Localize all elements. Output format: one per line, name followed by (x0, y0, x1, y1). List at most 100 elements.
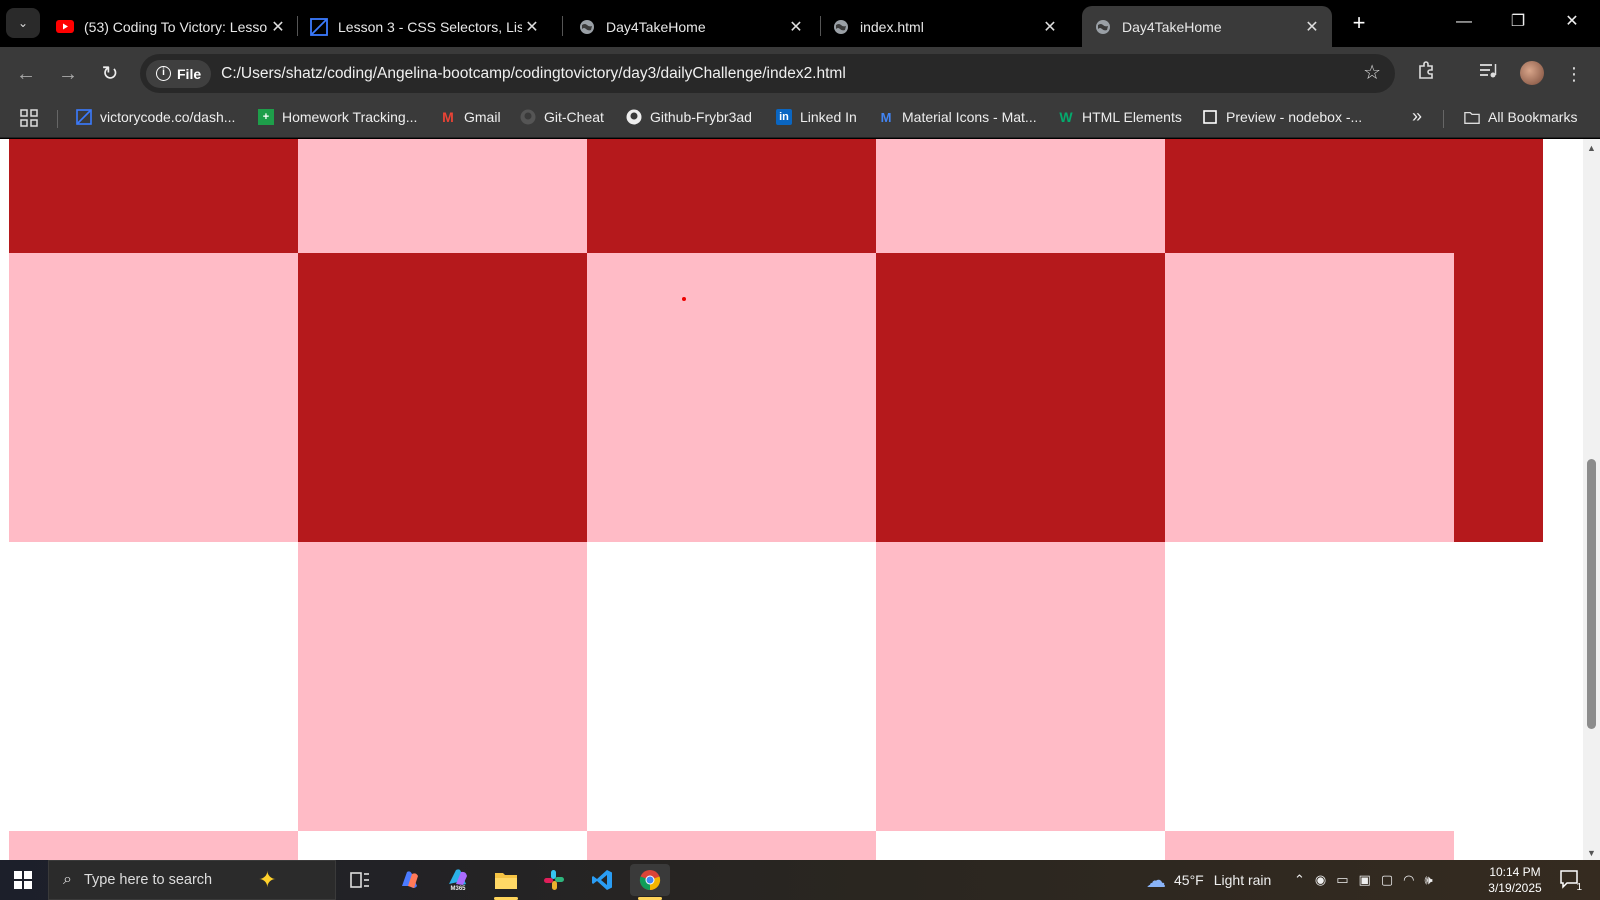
grid-cell (1454, 542, 1543, 831)
bookmark-label: Github-Frybr3ad (650, 109, 752, 125)
address-bar[interactable]: i File C:/Users/shatz/coding/Angelina-bo… (140, 54, 1395, 93)
weather-widget[interactable]: ☁ 45°F Light rain (1146, 860, 1271, 900)
m365-label: M365 (450, 886, 466, 892)
bookmark-3[interactable]: Git-Cheat (520, 109, 604, 125)
camera-icon[interactable]: ▣ (1359, 872, 1371, 888)
globe-icon (578, 18, 596, 36)
grid-cell (9, 831, 298, 860)
all-bookmarks-button[interactable]: All Bookmarks (1464, 109, 1577, 125)
copilot-icon[interactable] (390, 864, 430, 896)
grid-cell (587, 542, 876, 831)
bookmark-label: All Bookmarks (1488, 109, 1578, 125)
close-tab-icon[interactable]: ✕ (786, 17, 806, 37)
close-tab-icon[interactable]: ✕ (1302, 17, 1322, 37)
task-view-icon[interactable] (340, 864, 380, 896)
more-bookmarks-icon[interactable]: » (1412, 106, 1422, 127)
close-tab-icon[interactable]: ✕ (268, 17, 288, 37)
bookmark-6[interactable]: M Material Icons - Mat... (878, 109, 1037, 125)
url-text[interactable]: C:/Users/shatz/coding/Angelina-bootcamp/… (221, 65, 846, 83)
chevron-up-icon[interactable]: ⌃ (1294, 872, 1305, 888)
tab-title: Day4TakeHome (606, 18, 706, 35)
grid-cell (1165, 831, 1454, 860)
nodebox-icon (1202, 109, 1218, 125)
bookmark-star-icon[interactable]: ☆ (1363, 60, 1381, 85)
grid-cell (587, 139, 876, 253)
scroll-up-arrow-icon[interactable]: ▲ (1583, 141, 1600, 155)
new-tab-button[interactable]: + (1347, 12, 1371, 36)
reload-icon[interactable]: ↻ (96, 60, 124, 88)
bookmark-label: Homework Tracking... (282, 109, 418, 125)
forward-arrow-icon[interactable]: → (54, 60, 82, 88)
close-tab-icon[interactable]: ✕ (1040, 17, 1060, 37)
vertical-scrollbar[interactable]: ▲ ▼ (1583, 139, 1600, 860)
grid-cell (1454, 253, 1543, 542)
minimize-button[interactable]: — (1452, 10, 1476, 34)
tab-3[interactable]: index.html ✕ (820, 6, 1070, 47)
grid-cell (876, 542, 1165, 831)
tab-2[interactable]: Day4TakeHome ✕ (566, 6, 816, 47)
bookmark-separator (57, 110, 58, 128)
bookmarks-bar: victorycode.co/dash... + Homework Tracki… (0, 100, 1600, 138)
tab-1[interactable]: Lesson 3 - CSS Selectors, Lis ✕ (298, 6, 552, 47)
grid-cell (298, 139, 587, 253)
taskbar-search[interactable]: ⌕ Type here to search ✦ (48, 860, 336, 900)
notification-center-icon[interactable]: 1 (1558, 869, 1582, 893)
cursor-dot (682, 297, 686, 301)
chrome-icon[interactable] (630, 864, 670, 900)
grid-cell (876, 253, 1165, 542)
bookmark-label: victorycode.co/dash... (100, 109, 236, 125)
battery-icon[interactable]: ▭ (1336, 872, 1348, 888)
windows-start-icon[interactable] (14, 871, 32, 889)
grid-cell (587, 831, 876, 860)
grid-cell (9, 253, 298, 542)
close-tab-icon[interactable]: ✕ (522, 17, 542, 37)
sheets-icon: + (258, 109, 274, 125)
tab-title: (53) Coding To Victory: Lesso (84, 18, 268, 35)
search-icon: ⌕ (63, 871, 72, 888)
bookmark-0[interactable]: victorycode.co/dash... (76, 109, 235, 125)
browser-toolbar: ← → ↻ i File C:/Users/shatz/coding/Angel… (0, 47, 1600, 100)
bookmark-8[interactable]: Preview - nodebox -... (1202, 109, 1362, 125)
youtube-icon (56, 18, 74, 36)
media-controls-icon[interactable] (1474, 60, 1502, 88)
bookmark-1[interactable]: + Homework Tracking... (258, 109, 417, 125)
tab-4-active[interactable]: Day4TakeHome ✕ (1082, 6, 1332, 47)
apps-grid-icon[interactable] (20, 109, 38, 127)
bookmark-7[interactable]: W HTML Elements (1058, 109, 1181, 125)
bookmark-label: Preview - nodebox -... (1226, 109, 1363, 125)
site-info-chip[interactable]: i File (146, 59, 212, 88)
m365-icon[interactable]: M365 (438, 864, 478, 896)
back-arrow-icon[interactable]: ← (12, 60, 40, 88)
wifi-icon[interactable]: ◠ (1403, 872, 1414, 888)
bookmark-5[interactable]: in Linked In (776, 109, 857, 125)
display-icon[interactable]: ▢ (1381, 872, 1393, 888)
system-tray: ⌃ ◉ ▭ ▣ ▢ ◠ 🕪 (1294, 860, 1433, 900)
tab-0[interactable]: (53) Coding To Victory: Lesso ✕ (44, 6, 298, 47)
bookmark-4[interactable]: Github-Frybr3ad (626, 109, 752, 125)
bookmark-2[interactable]: M Gmail (440, 109, 500, 125)
tab-search-button[interactable]: ⌄ (6, 8, 40, 38)
tab-strip: ⌄ (53) Coding To Victory: Lesso ✕ Lesson… (0, 0, 1600, 47)
volume-icon[interactable]: 🕪 (1424, 872, 1432, 888)
close-window-button[interactable]: ✕ (1560, 10, 1584, 34)
tab-title: index.html (860, 18, 924, 35)
menu-kebab-icon[interactable]: ⋮ (1560, 60, 1588, 88)
sparkle-icon: ✦ (258, 867, 277, 892)
gmail-icon: M (442, 109, 454, 125)
grid-cell (587, 253, 876, 542)
scroll-thumb[interactable] (1587, 459, 1596, 729)
restore-button[interactable]: ❐ (1506, 10, 1530, 34)
vscode-icon[interactable] (582, 864, 622, 896)
page-viewport: ▲ ▼ (0, 139, 1600, 860)
scroll-down-arrow-icon[interactable]: ▼ (1583, 846, 1600, 860)
victorycode-icon (76, 109, 92, 125)
slack-icon[interactable] (534, 864, 574, 896)
github-icon (626, 109, 642, 125)
system-clock[interactable]: 10:14 PM 3/19/2025 (1480, 864, 1550, 896)
chevron-down-icon: ⌄ (17, 16, 29, 30)
globe-icon (1094, 18, 1112, 36)
profile-avatar[interactable] (1520, 61, 1544, 85)
extensions-icon[interactable] (1412, 60, 1440, 88)
record-icon[interactable]: ◉ (1315, 872, 1326, 888)
file-explorer-icon[interactable] (486, 864, 526, 900)
